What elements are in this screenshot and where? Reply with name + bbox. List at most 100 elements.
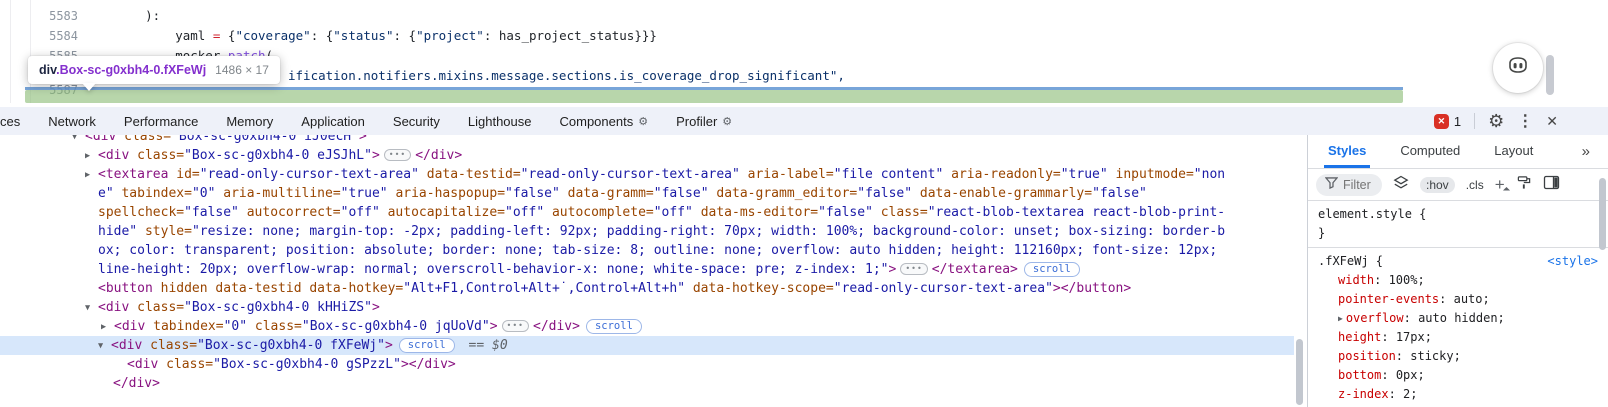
expand-arrow-icon[interactable]: ▶ (85, 147, 98, 166)
element-style-close: } (1318, 226, 1326, 240)
elements-scrollbar-thumb[interactable] (1296, 339, 1303, 405)
tree-line[interactable]: hide" style="resize: none; margin-top: -… (0, 222, 1294, 241)
tree-token: "0" (191, 186, 216, 201)
devtools-tab-lighthouse[interactable]: Lighthouse (454, 107, 546, 135)
element-style-section[interactable]: element.style { } (1308, 201, 1608, 248)
styles-toolbar: :hov .cls + (1308, 169, 1608, 201)
settings-gear-icon[interactable]: ⚙ (1488, 111, 1504, 132)
filter-funnel-icon (1324, 176, 1339, 194)
devtools-tab-components[interactable]: Components ⚙ (546, 107, 663, 135)
devtools-tab-network[interactable]: Network (34, 107, 110, 135)
tooltip-caret (82, 83, 96, 91)
styles-tab-computed[interactable]: Computed (1396, 136, 1464, 168)
css-property[interactable]: height: 17px; (1318, 328, 1598, 347)
tree-token: data-ms-editor= (692, 205, 819, 220)
tree-token: style= (137, 224, 192, 239)
styles-scrollbar-thumb[interactable] (1599, 178, 1606, 250)
tree-line[interactable]: <button hidden data-testid data-hotkey="… (0, 279, 1294, 298)
tree-line[interactable]: ▼ <div class="Box-sc-g0xbh4-0 iJ0ecH"> (0, 135, 1294, 146)
styles-tab-layout[interactable]: Layout (1490, 136, 1537, 168)
tab-label: Profiler (676, 113, 718, 129)
styles-tab-styles[interactable]: Styles (1324, 136, 1371, 168)
filter-input[interactable] (1343, 177, 1382, 192)
close-devtools-icon[interactable]: ✕ (1546, 113, 1558, 130)
tree-token: e" (98, 186, 114, 201)
tree-token: data-testid (215, 281, 302, 296)
expand-arrow-icon[interactable]: ▶ (101, 318, 114, 337)
devtools-tab-ces[interactable]: ces (0, 107, 34, 135)
page-scrollbar-thumb[interactable] (1546, 55, 1554, 95)
code-line: 5584 yaml = {"coverage": {"status": {"pr… (0, 26, 1608, 46)
tree-token: line-height: 20px; overflow-wrap: normal… (98, 262, 889, 277)
code-editor-region: 5583 ): 5584 yaml = {"coverage": {"status… (0, 0, 1608, 107)
tree-token: "false" (184, 205, 239, 220)
tree-line[interactable]: <div class="Box-sc-g0xbh4-0 gSPzzL"></di… (0, 355, 1294, 374)
element-classes-button[interactable]: .cls (1466, 178, 1484, 192)
tab-label: ces (0, 113, 21, 129)
expand-ellipsis-button[interactable]: ••• (383, 149, 412, 161)
more-tabs-icon[interactable]: » (1582, 143, 1590, 160)
devtools-tab-memory[interactable]: Memory (212, 107, 287, 135)
scroll-badge[interactable]: scroll (1023, 262, 1080, 277)
rendering-emulation-icon[interactable] (1516, 175, 1532, 195)
sidebar-toggle-icon[interactable] (1543, 175, 1560, 195)
collapse-arrow-icon[interactable]: ▼ (85, 299, 98, 318)
collapse-arrow-icon[interactable]: ▼ (72, 135, 85, 147)
more-menu-icon[interactable]: ⋮ (1517, 111, 1533, 131)
css-property[interactable]: z-index: 2; (1318, 385, 1598, 404)
expand-ellipsis-button[interactable]: ••• (501, 320, 529, 332)
scroll-badge[interactable]: scroll (398, 338, 455, 353)
tree-token: aria-haspopup= (387, 186, 506, 201)
css-property[interactable]: bottom: 0px; (1318, 366, 1598, 385)
expand-arrow-icon[interactable]: ▶ (85, 166, 98, 185)
tree-token: aria-multiline= (215, 186, 341, 201)
new-style-rule-button[interactable]: + (1495, 176, 1505, 193)
tree-line[interactable]: ▶ <textarea id="read-only-cursor-text-are… (0, 165, 1294, 184)
devtools-tab-security[interactable]: Security (379, 107, 454, 135)
tree-line[interactable]: ox; color: transparent; position: absolu… (0, 241, 1294, 260)
line-number[interactable]: 5584 (40, 26, 78, 46)
expand-ellipsis-button[interactable]: ••• (900, 263, 928, 275)
css-property[interactable]: width: 100%; (1318, 271, 1598, 290)
line-number[interactable]: 5583 (40, 6, 78, 26)
tree-token: data-gramm_editor= (708, 186, 858, 201)
style-filter[interactable] (1316, 173, 1382, 196)
devtools-tab-performance[interactable]: Performance (110, 107, 212, 135)
tooltip-size: 1486 × 17 (215, 63, 269, 77)
css-property[interactable]: ▶ overflow: auto hidden; (1318, 309, 1598, 328)
tree-token: spellcheck= (98, 205, 185, 220)
tree-token: "Alt+F1,Control+Alt+˙,Control+Alt+h" (403, 281, 686, 296)
tree-line[interactable]: e" tabindex="0" aria-multiline="true" ar… (0, 184, 1294, 203)
matched-rule-section[interactable]: .fXFeWj { <style> width: 100%; pointer-ev… (1308, 248, 1608, 407)
tree-line[interactable]: ▶ <div class="Box-sc-g0xbh4-0 eJSJhL"> •••… (0, 146, 1294, 165)
collapse-arrow-icon[interactable]: ▼ (98, 337, 111, 356)
tree-token: "false" (857, 186, 913, 201)
cascade-layers-icon[interactable] (1393, 175, 1409, 195)
code-line: 5583 ): (0, 6, 1608, 26)
styles-tabs: Styles Computed Layout » (1308, 135, 1608, 169)
toggle-element-state-button[interactable]: :hov (1420, 176, 1455, 193)
tree-line[interactable]: line-height: 20px; overflow-wrap: normal… (0, 260, 1294, 279)
tree-token: ox; color: transparent; position: absolu… (98, 243, 1218, 258)
tree-line[interactable]: ▶ <div tabindex="0" class="Box-sc-g0xbh4-… (0, 317, 1294, 336)
devtools-tab-profiler[interactable]: Profiler ⚙ (662, 107, 746, 135)
css-property[interactable]: pointer-events: auto; (1318, 290, 1598, 309)
devtools-tab-application[interactable]: Application (287, 107, 379, 135)
tree-token: > (888, 262, 897, 277)
expand-shorthand-icon[interactable]: ▶ (1338, 314, 1343, 323)
rule-origin-link[interactable]: <style> (1547, 252, 1598, 271)
tree-line[interactable]: spellcheck="false" autocorrect="off" aut… (0, 203, 1294, 222)
tree-token: "Box-sc-g0xbh4-0 kHHiZS" (184, 300, 372, 315)
scroll-badge[interactable]: scroll (585, 319, 642, 334)
tree-token: "read-only-cursor-text-area" (199, 167, 419, 182)
copilot-button[interactable] (1493, 43, 1543, 93)
tree-token: "off" (340, 205, 380, 220)
rule-selector[interactable]: .fXFeWj { (1318, 254, 1383, 268)
tree-token: data-hotkey= (309, 281, 404, 296)
tree-token: > (371, 300, 380, 315)
error-indicator[interactable]: ✕ 1 (1433, 113, 1461, 129)
css-property[interactable]: position: sticky; (1318, 347, 1598, 366)
tree-line[interactable]: </div> (0, 374, 1294, 393)
tree-line[interactable]: ▼ <div class="Box-sc-g0xbh4-0 kHHiZS"> (0, 298, 1294, 317)
tree-line-selected[interactable]: ▼ <div class="Box-sc-g0xbh4-0 fXFeWj"> scr… (0, 336, 1294, 355)
